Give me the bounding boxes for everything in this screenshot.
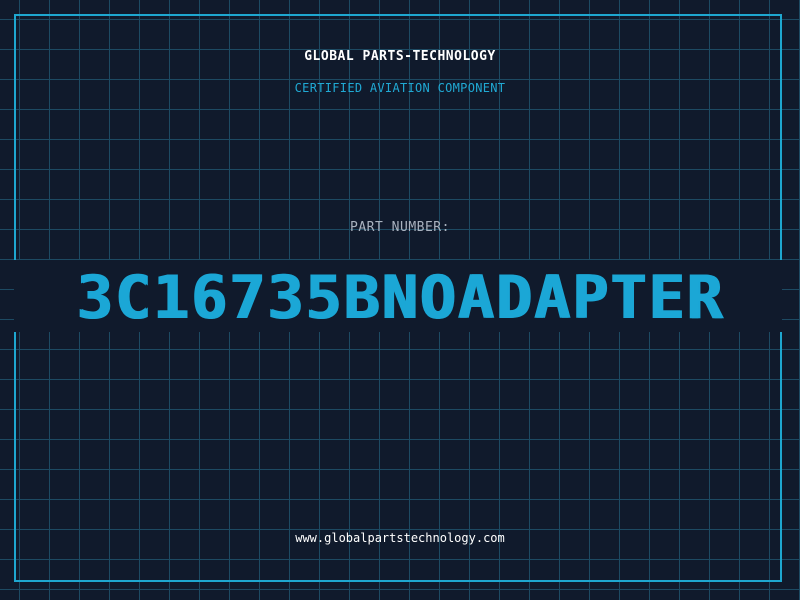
part-number-label: PART NUMBER: xyxy=(350,220,450,235)
website-url: www.globalpartstechnology.com xyxy=(295,531,505,545)
part-number-value: 3C16735BNOADAPTER xyxy=(75,263,725,333)
company-name: GLOBAL PARTS-TECHNOLOGY xyxy=(304,49,496,64)
certification-subtitle: CERTIFIED AVIATION COMPONENT xyxy=(294,81,506,95)
